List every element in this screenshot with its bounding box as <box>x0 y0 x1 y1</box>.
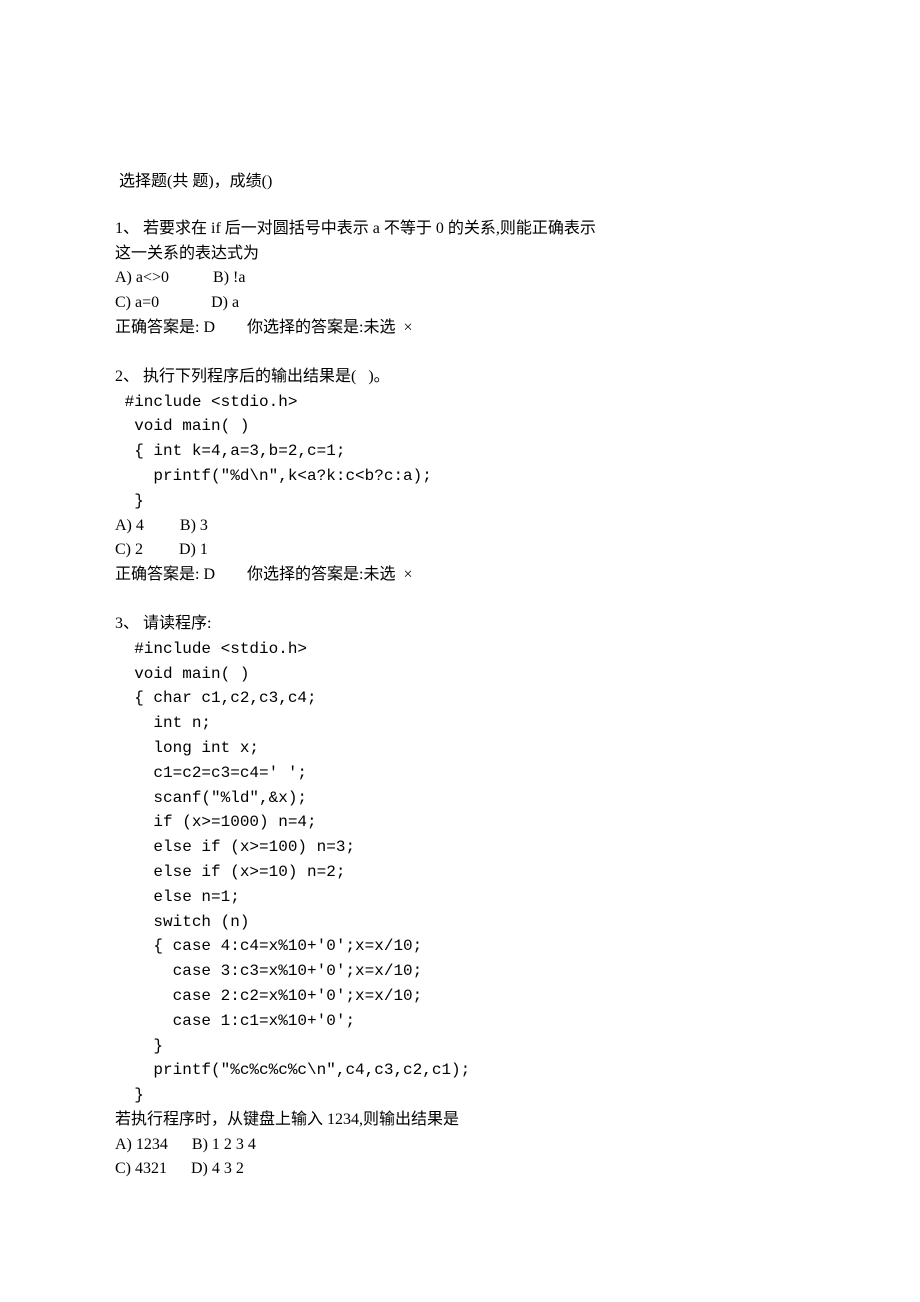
q2-cross-icon: × <box>403 566 412 583</box>
q1-option-c: C) a=0 <box>115 294 159 311</box>
q2-selected-value: 未选 <box>363 566 395 583</box>
q1-selected-value: 未选 <box>363 319 395 336</box>
q2-option-b: B) 3 <box>180 517 208 534</box>
q2-code-line-2: { int k=4,a=3,b=2,c=1; <box>115 439 920 464</box>
q2-code-line-1: void main( ) <box>115 414 920 439</box>
q3-code-line-12: { case 4:c4=x%10+'0';x=x/10; <box>115 934 920 959</box>
q3-code-line-5: c1=c2=c3=c4=' '; <box>115 761 920 786</box>
q3-code-line-13: case 3:c3=x%10+'0';x=x/10; <box>115 959 920 984</box>
q3-code-line-11: switch (n) <box>115 910 920 935</box>
q3-options-row2: C) 4321 D) 4 3 2 <box>115 1157 920 1182</box>
q1-answer-line: 正确答案是: D 你选择的答案是:未选 × <box>115 316 920 341</box>
q3-option-d: D) 4 3 2 <box>191 1160 244 1177</box>
q3-code-line-16: } <box>115 1034 920 1059</box>
q1-option-a: A) a<>0 <box>115 269 169 286</box>
q2-options-row2: C) 2 D) 1 <box>115 538 920 563</box>
q3-code-line-1: void main( ) <box>115 662 920 687</box>
q3-stem-line: 3、 请读程序: <box>115 612 920 637</box>
q3-code-line-15: case 1:c1=x%10+'0'; <box>115 1009 920 1034</box>
q2-code-line-4: } <box>115 489 920 514</box>
q1-option-b: B) !a <box>213 269 245 286</box>
q3-code-line-7: if (x>=1000) n=4; <box>115 810 920 835</box>
q3-stem: 请读程序: <box>139 615 211 632</box>
q2-stem: 执行下列程序后的输出结果是( )。 <box>139 368 390 385</box>
q2-selected-label: 你选择的答案是: <box>247 566 363 583</box>
q2-code-line-0: #include <stdio.h> <box>115 390 920 415</box>
q1-cross-icon: × <box>403 319 412 336</box>
q3-code-line-14: case 2:c2=x%10+'0';x=x/10; <box>115 984 920 1009</box>
q3-post-text: 若执行程序时，从键盘上输入 1234,则输出结果是 <box>115 1108 920 1133</box>
q1-stem-line2: 这一关系的表达式为 <box>115 242 920 267</box>
question-2: 2、 执行下列程序后的输出结果是( )。 #include <stdio.h> … <box>115 365 920 588</box>
q3-option-c: C) 4321 <box>115 1160 167 1177</box>
q1-stem-line1: 1、 若要求在 if 后一对圆括号中表示 a 不等于 0 的关系,则能正确表示 <box>115 217 920 242</box>
q3-option-a: A) 1234 <box>115 1136 168 1153</box>
exam-header: 选择题(共 题)，成绩() <box>115 170 920 195</box>
q1-answer-value: D <box>203 319 215 336</box>
q1-selected-label: 你选择的答案是: <box>247 319 363 336</box>
q3-code-line-4: long int x; <box>115 736 920 761</box>
q3-code-line-9: else if (x>=10) n=2; <box>115 860 920 885</box>
q1-options-row1: A) a<>0 B) !a <box>115 266 920 291</box>
q2-code-line-3: printf("%d\n",k<a?k:c<b?c:a); <box>115 464 920 489</box>
q3-code-line-8: else if (x>=100) n=3; <box>115 835 920 860</box>
q1-stem-part1: 若要求在 if 后一对圆括号中表示 a 不等于 0 的关系,则能正确表示 <box>139 220 596 237</box>
q2-option-a: A) 4 <box>115 517 144 534</box>
q3-code-line-6: scanf("%ld",&x); <box>115 786 920 811</box>
q3-code-line-3: int n; <box>115 711 920 736</box>
q3-code-line-18: } <box>115 1083 920 1108</box>
q3-number: 3、 <box>115 615 139 632</box>
q1-option-d: D) a <box>211 294 239 311</box>
q2-number: 2、 <box>115 368 139 385</box>
q2-option-c: C) 2 <box>115 541 143 558</box>
q2-option-d: D) 1 <box>179 541 208 558</box>
question-1: 1、 若要求在 if 后一对圆括号中表示 a 不等于 0 的关系,则能正确表示 … <box>115 217 920 341</box>
q3-option-b: B) 1 2 3 4 <box>192 1136 256 1153</box>
q2-answer-label: 正确答案是: <box>115 566 199 583</box>
q2-answer-line: 正确答案是: D 你选择的答案是:未选 × <box>115 563 920 588</box>
q1-options-row2: C) a=0 D) a <box>115 291 920 316</box>
q2-options-row1: A) 4 B) 3 <box>115 514 920 539</box>
q3-code-line-17: printf("%c%c%c%c\n",c4,c3,c2,c1); <box>115 1058 920 1083</box>
q3-code-line-0: #include <stdio.h> <box>115 637 920 662</box>
q3-code-line-10: else n=1; <box>115 885 920 910</box>
q3-code-line-2: { char c1,c2,c3,c4; <box>115 686 920 711</box>
q1-answer-label: 正确答案是: <box>115 319 199 336</box>
q2-stem-line: 2、 执行下列程序后的输出结果是( )。 <box>115 365 920 390</box>
question-3: 3、 请读程序: #include <stdio.h> void main( )… <box>115 612 920 1182</box>
q1-number: 1、 <box>115 220 139 237</box>
q2-answer-value: D <box>203 566 215 583</box>
q3-options-row1: A) 1234 B) 1 2 3 4 <box>115 1133 920 1158</box>
